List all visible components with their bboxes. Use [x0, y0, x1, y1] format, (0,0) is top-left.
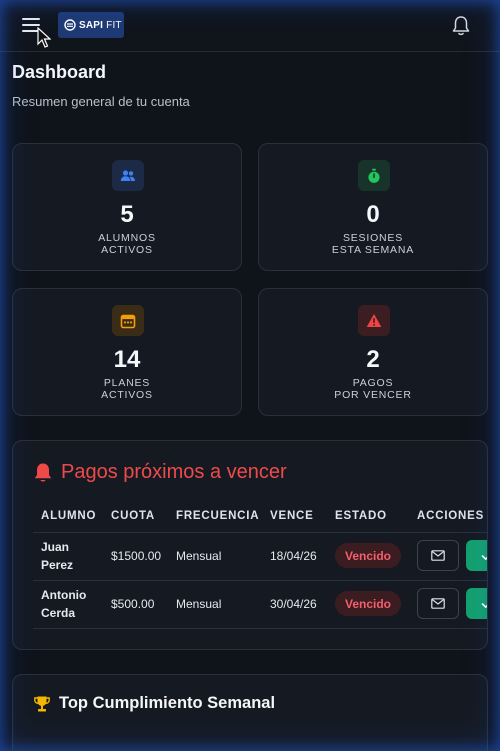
stat-value: 0 — [366, 201, 380, 228]
upcoming-payments-card: Pagos próximos a vencer ALUMNO CUOTA FRE… — [12, 440, 488, 650]
app-logo[interactable]: SAPI FIT — [58, 12, 124, 38]
logo-brand: SAPI — [79, 19, 104, 31]
student-name-line: Cerda — [41, 606, 76, 620]
student-name: Antonio Cerda — [41, 586, 86, 622]
stat-label-line: PLANES — [103, 377, 151, 389]
stat-value: 2 — [366, 346, 380, 373]
mark-paid-button[interactable] — [466, 540, 487, 571]
due-date: 30/04/26 — [270, 597, 317, 611]
stat-card-alumnos[interactable]: 5 ALUMNOS ACTIVOS — [12, 143, 242, 271]
stat-label-line: ACTIVOS — [101, 389, 153, 401]
calendar-icon — [112, 305, 144, 336]
stat-label-line: POR VENCER — [334, 389, 412, 401]
table-divider — [33, 580, 487, 581]
trophy-icon — [34, 696, 50, 711]
weekly-compliance-title: Top Cumplimiento Semanal — [59, 694, 276, 712]
check-icon — [481, 554, 487, 560]
student-name-line: Juan — [41, 540, 70, 554]
column-header-estado: ESTADO — [335, 510, 387, 522]
check-icon — [481, 602, 487, 608]
send-email-button[interactable] — [417, 588, 459, 619]
fee-amount: $500.00 — [111, 597, 155, 611]
stat-value: 14 — [113, 346, 141, 373]
stat-label: ALUMNOS ACTIVOS — [13, 232, 241, 256]
upcoming-payments-title: Pagos próximos a vencer — [61, 461, 287, 483]
stat-label-line: ACTIVOS — [101, 244, 153, 256]
page-subtitle: Resumen general de tu cuenta — [12, 94, 190, 109]
status-badge: Vencido — [335, 543, 401, 568]
frequency: Mensual — [176, 597, 222, 611]
column-header-vence: VENCE — [270, 510, 314, 522]
stopwatch-icon — [358, 160, 390, 191]
frequency: Mensual — [176, 549, 222, 563]
column-header-alumno: ALUMNO — [41, 510, 97, 522]
stat-value: 5 — [120, 201, 134, 228]
student-name-line: Antonio — [41, 588, 87, 602]
column-header-cuota: CUOTA — [111, 510, 156, 522]
weekly-compliance-header: Top Cumplimiento Semanal — [33, 694, 275, 713]
status-badge: Vencido — [335, 591, 401, 616]
stat-label: PAGOS POR VENCER — [259, 377, 487, 401]
stat-label-line: SESIONES — [342, 232, 404, 244]
stat-label: SESIONES ESTA SEMANA — [259, 232, 487, 256]
top-bar: SAPI FIT — [0, 0, 500, 52]
fee-amount: $1500.00 — [111, 549, 162, 563]
stat-card-planes[interactable]: 14 PLANES ACTIVOS — [12, 288, 242, 416]
stat-card-pagos[interactable]: 2 PAGOS POR VENCER — [258, 288, 488, 416]
logo-mark-icon — [64, 19, 76, 31]
logo-suffix: FIT — [106, 19, 122, 31]
mark-paid-button[interactable] — [466, 588, 487, 619]
column-header-acciones: ACCIONES — [417, 510, 485, 522]
due-date: 18/04/26 — [270, 549, 317, 563]
column-header-frecuencia: FRECUENCIA — [176, 510, 260, 522]
student-name-line: Perez — [41, 558, 74, 572]
upcoming-payments-header: Pagos próximos a vencer — [33, 461, 287, 484]
users-icon — [112, 160, 144, 191]
mouse-cursor-icon — [37, 27, 51, 48]
stat-label: PLANES ACTIVOS — [13, 377, 241, 401]
stat-label-line: ALUMNOS — [98, 232, 156, 244]
stat-label-line: PAGOS — [352, 377, 394, 389]
envelope-icon — [431, 550, 445, 561]
send-email-button[interactable] — [417, 540, 459, 571]
stat-card-sesiones[interactable]: 0 SESIONES ESTA SEMANA — [258, 143, 488, 271]
weekly-compliance-card: Top Cumplimiento Semanal — [12, 674, 488, 751]
page-title: Dashboard — [12, 62, 107, 82]
table-divider — [33, 628, 487, 629]
envelope-icon — [431, 598, 445, 609]
stat-label-line: ESTA SEMANA — [331, 244, 415, 256]
menu-icon — [22, 18, 40, 20]
table-divider — [33, 532, 487, 533]
student-name: Juan Perez — [41, 538, 73, 574]
bell-alert-icon — [34, 463, 52, 482]
warning-icon — [358, 305, 390, 336]
menu-icon-bar — [22, 24, 40, 26]
bell-icon[interactable] — [451, 15, 471, 37]
